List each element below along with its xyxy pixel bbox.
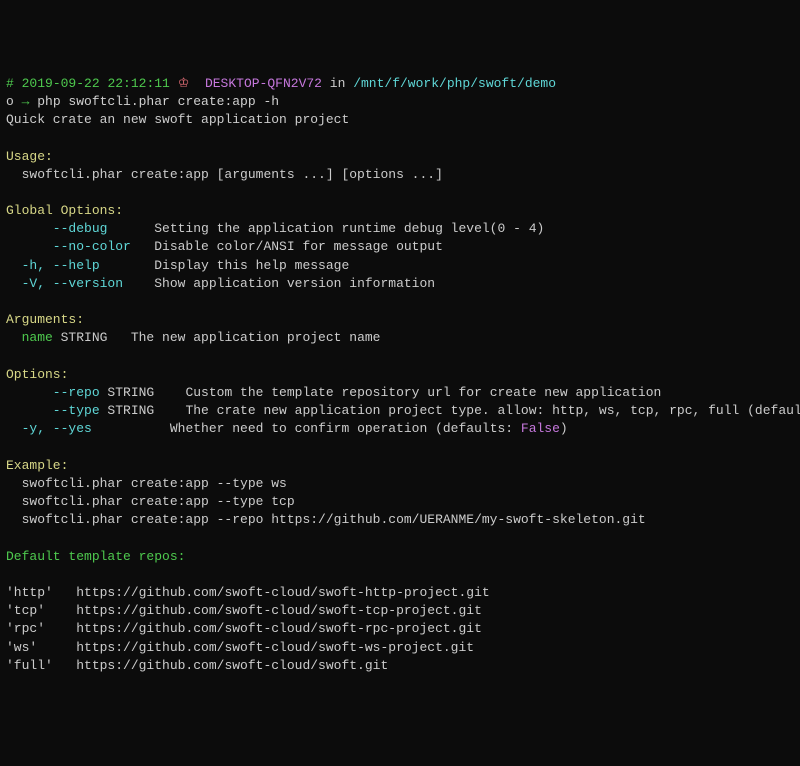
desc-nocolor: Disable color/ANSI for message output bbox=[131, 239, 443, 254]
crown-icon: ♔ bbox=[178, 76, 190, 91]
repo-http-url: https://github.com/swoft-cloud/swoft-htt… bbox=[53, 585, 490, 600]
repo-rpc-url: https://github.com/swoft-cloud/swoft-rpc… bbox=[45, 621, 482, 636]
terminal-output: # 2019-09-22 22:12:11 ♔ DESKTOP-QFN2V72 … bbox=[6, 75, 794, 675]
arg-name-type: STRING bbox=[53, 330, 108, 345]
repo-http-key: 'http' bbox=[6, 585, 53, 600]
repo-tcp-key: 'tcp' bbox=[6, 603, 45, 618]
desc-repo: Custom the template repository url for c… bbox=[154, 385, 661, 400]
flag-nocolor: --no-color bbox=[6, 239, 131, 254]
global-options-header: Global Options: bbox=[6, 203, 123, 218]
cwd-path: /mnt/f/work/php/swoft/demo bbox=[353, 76, 556, 91]
flag-yes: -y, --yes bbox=[6, 421, 92, 436]
example-header: Example: bbox=[6, 458, 68, 473]
description-text: Quick crate an new swoft application pro… bbox=[6, 112, 349, 127]
repo-ws-key: 'ws' bbox=[6, 640, 37, 655]
repo-rpc-key: 'rpc' bbox=[6, 621, 45, 636]
desc-type-a: The crate new application project type. … bbox=[154, 403, 800, 418]
arg-name: name bbox=[6, 330, 53, 345]
desc-yes-b: ) bbox=[560, 421, 568, 436]
options-header: Options: bbox=[6, 367, 68, 382]
desc-help: Display this help message bbox=[100, 258, 350, 273]
desc-yes-a: Whether need to confirm operation (defau… bbox=[92, 421, 521, 436]
prompt-date: 2019-09-22 bbox=[22, 76, 100, 91]
repo-ws-url: https://github.com/swoft-cloud/swoft-ws-… bbox=[37, 640, 474, 655]
flag-version: -V, --version bbox=[6, 276, 123, 291]
repos-header: Default template repos: bbox=[6, 549, 185, 564]
prompt-o: o bbox=[6, 94, 22, 109]
usage-header: Usage: bbox=[6, 149, 53, 164]
prompt-time: 22:12:11 bbox=[107, 76, 169, 91]
type-type: STRING bbox=[100, 403, 155, 418]
example-line-3: swoftcli.phar create:app --repo https://… bbox=[6, 512, 646, 527]
arg-name-desc: The new application project name bbox=[107, 330, 380, 345]
desc-version: Show application version information bbox=[123, 276, 435, 291]
example-line-1: swoftcli.phar create:app --type ws bbox=[6, 476, 287, 491]
repo-full-key: 'full' bbox=[6, 658, 53, 673]
repo-full-url: https://github.com/swoft-cloud/swoft.git bbox=[53, 658, 388, 673]
prompt-symbol: # bbox=[6, 76, 14, 91]
flag-help: -h, --help bbox=[6, 258, 100, 273]
hostname: DESKTOP-QFN2V72 bbox=[205, 76, 322, 91]
flag-type: --type bbox=[6, 403, 100, 418]
flag-repo: --repo bbox=[6, 385, 100, 400]
arguments-header: Arguments: bbox=[6, 312, 84, 327]
repo-tcp-url: https://github.com/swoft-cloud/swoft-tcp… bbox=[45, 603, 482, 618]
default-yes: False bbox=[521, 421, 560, 436]
desc-debug: Setting the application runtime debug le… bbox=[107, 221, 544, 236]
type-repo: STRING bbox=[100, 385, 155, 400]
prompt-in: in bbox=[322, 76, 353, 91]
flag-debug: --debug bbox=[6, 221, 107, 236]
command-line[interactable]: php swoftcli.phar create:app -h bbox=[37, 94, 279, 109]
example-line-2: swoftcli.phar create:app --type tcp bbox=[6, 494, 295, 509]
usage-line: swoftcli.phar create:app [arguments ...]… bbox=[6, 167, 443, 182]
arrow-icon: → bbox=[22, 94, 38, 109]
